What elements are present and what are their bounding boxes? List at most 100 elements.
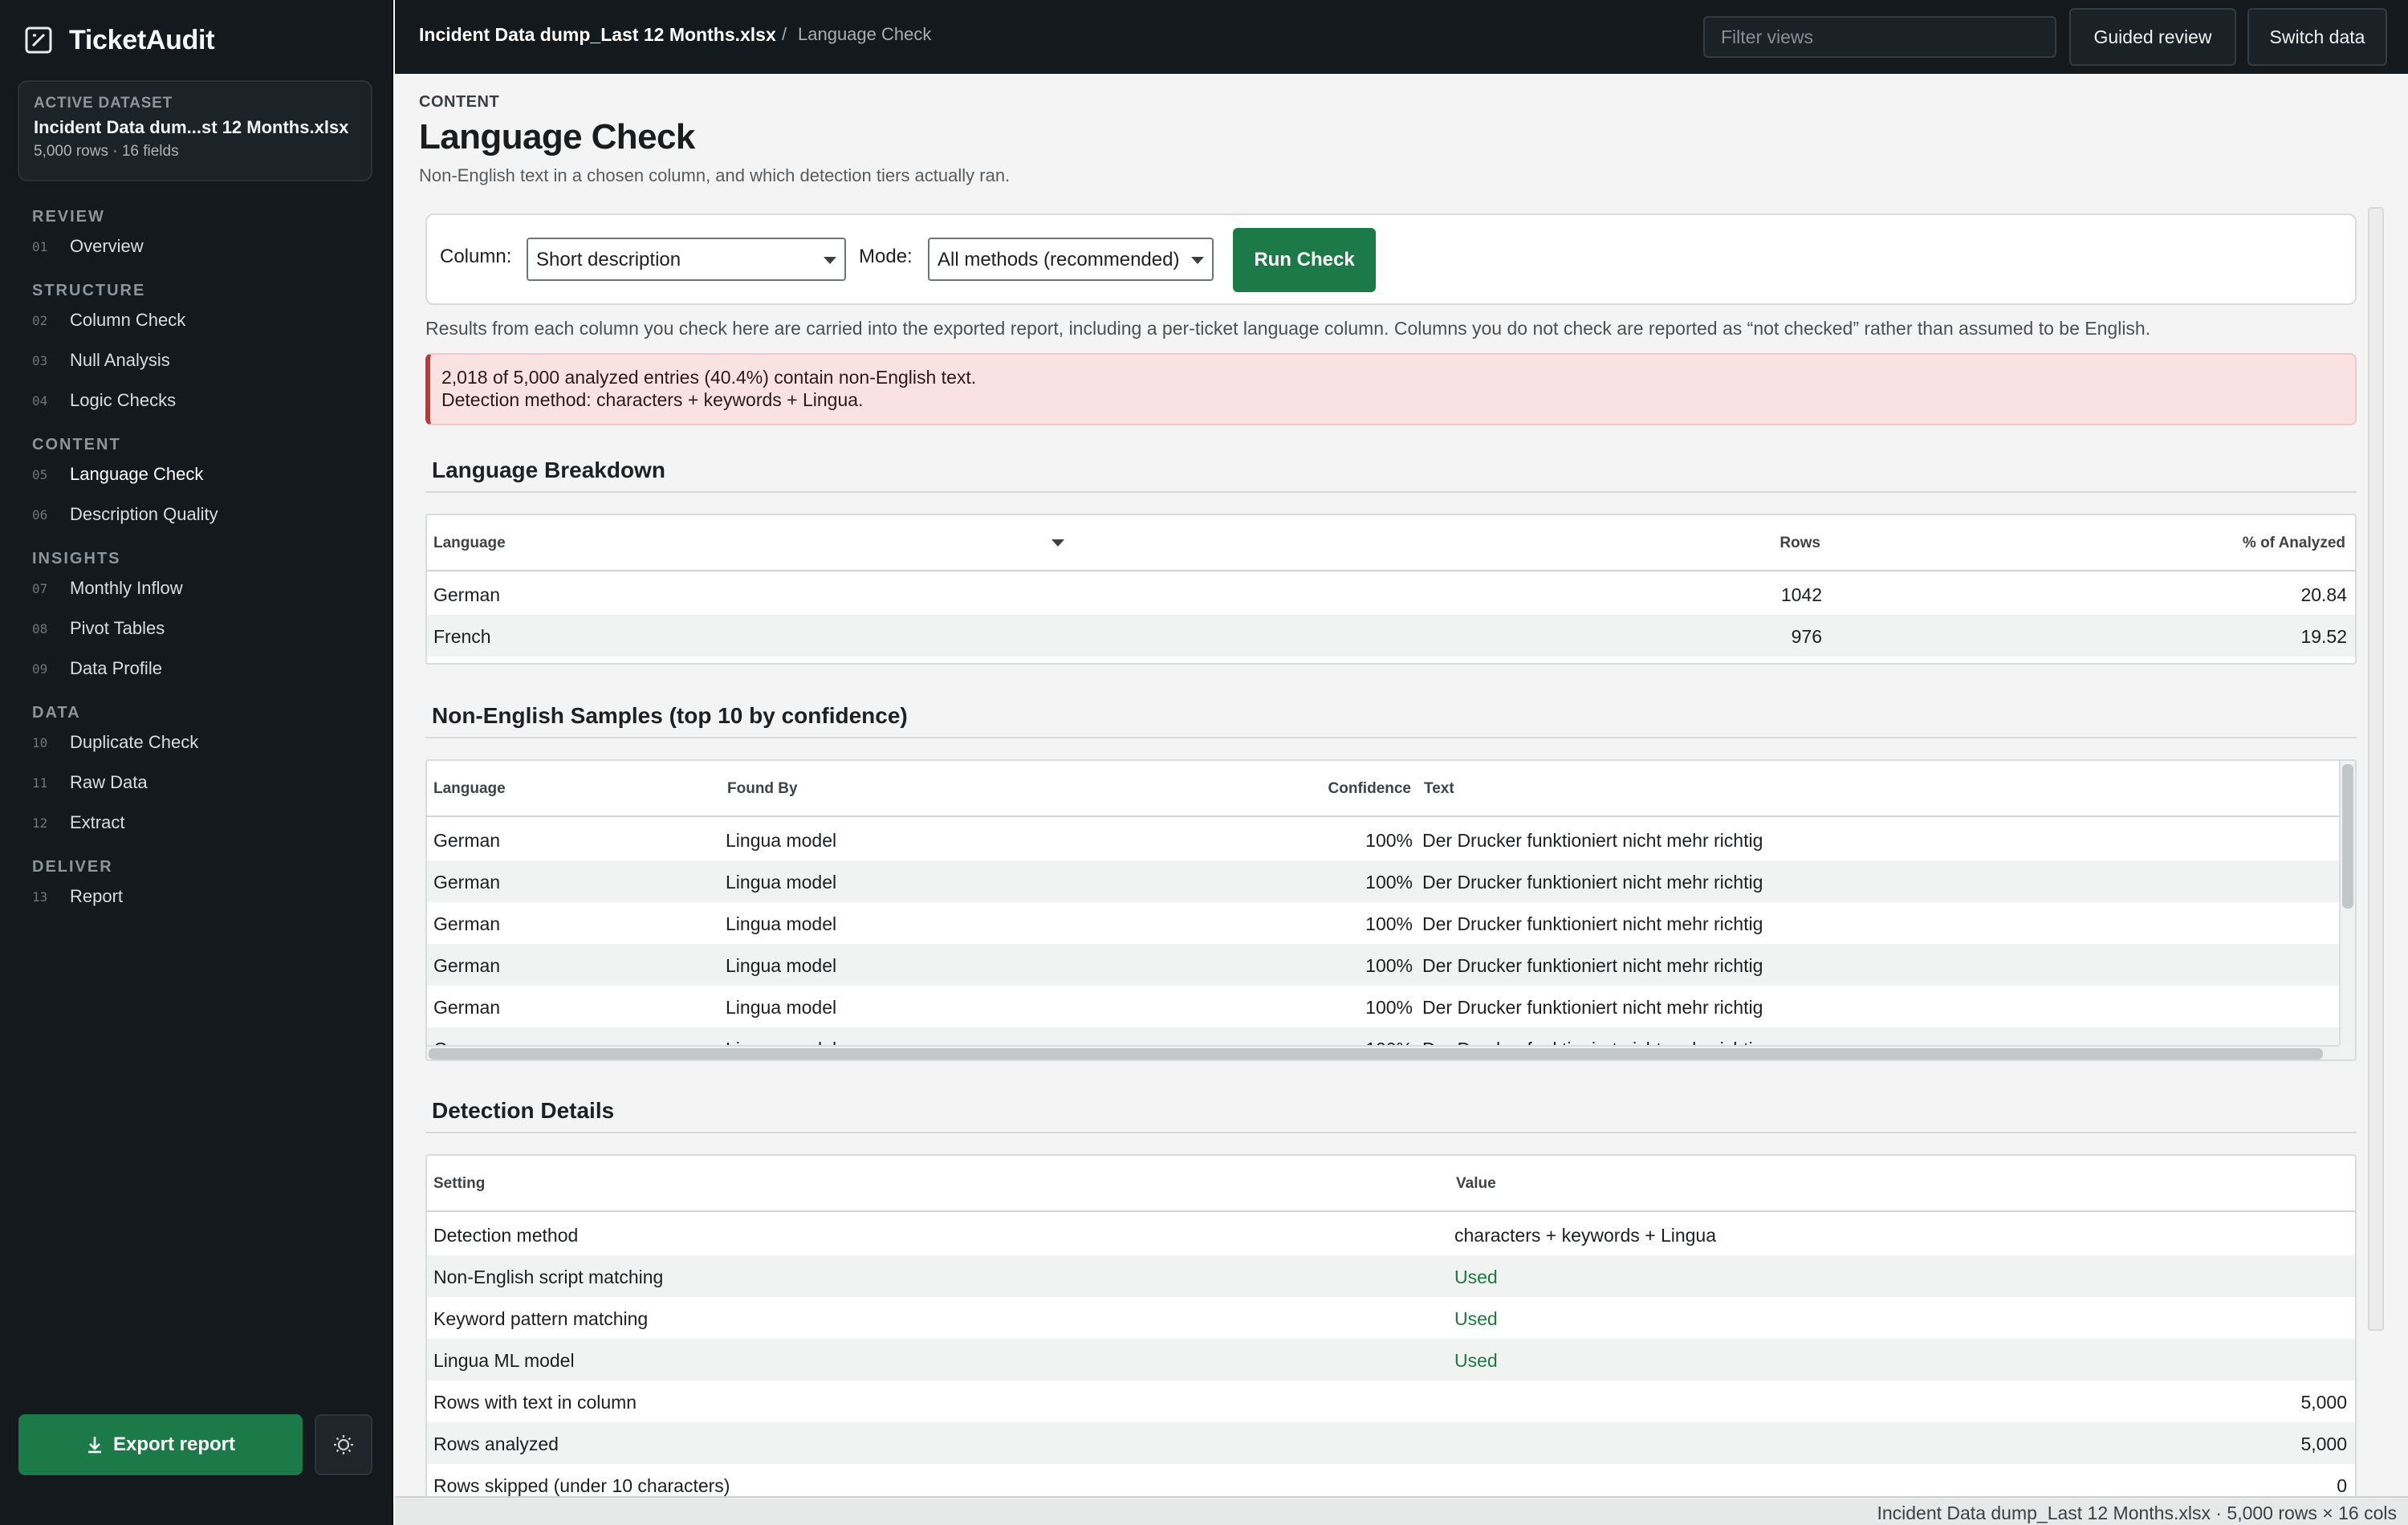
export-report-label: Export report — [112, 1434, 235, 1455]
sidebar-item-column-check[interactable]: 02 Column Check — [0, 300, 393, 340]
column-header-rows[interactable]: Rows — [1487, 535, 1820, 552]
cell-found-by: Lingua model — [726, 997, 837, 1018]
nav-item-number: 06 — [32, 506, 48, 523]
cell-confidence: 100% — [1365, 913, 1413, 934]
active-dataset-label: ACTIVE DATASET — [34, 95, 173, 112]
cell-text: Der Drucker funktioniert nicht mehr rich… — [1422, 830, 1763, 851]
sidebar-item-raw-data[interactable]: 11 Raw Data — [0, 762, 393, 803]
table-row[interactable]: Rows with text in column 5,000 — [427, 1381, 2355, 1422]
cell-value-used: Used — [1454, 1350, 1498, 1371]
nav-item-label: Extract — [70, 812, 125, 832]
active-dataset-card[interactable]: ACTIVE DATASET Incident Data dum...st 12… — [18, 80, 372, 181]
sidebar-item-description-quality[interactable]: 06 Description Quality — [0, 494, 393, 535]
theme-toggle-button[interactable] — [315, 1414, 372, 1475]
table-row[interactable]: German 1042 20.84 — [427, 573, 2355, 615]
section-heading-detection-details: Detection Details — [432, 1098, 615, 1123]
table-row[interactable]: German Lingua model 100% Der Drucker fun… — [427, 860, 2355, 902]
table-row[interactable]: Rows analyzed 5,000 — [427, 1422, 2355, 1464]
sidebar-item-pivot-tables[interactable]: 08 Pivot Tables — [0, 608, 393, 649]
nav-section-structure: STRUCTURE — [32, 282, 146, 299]
samples-vertical-scrollbar[interactable] — [2339, 761, 2355, 1045]
mode-select[interactable]: All methods (recommended) — [928, 238, 1214, 281]
nav-section-insights: INSIGHTS — [32, 550, 121, 567]
sidebar-item-language-check[interactable]: 05 Language Check — [0, 454, 393, 494]
cell-confidence: 100% — [1365, 997, 1413, 1018]
table-row[interactable]: Lingua ML model Used — [427, 1339, 2355, 1381]
cell-setting: Detection method — [433, 1225, 579, 1246]
scrollbar-thumb[interactable] — [429, 1048, 2323, 1059]
column-header-setting[interactable]: Setting — [433, 1175, 485, 1193]
page-subtitle: Non-English text in a chosen column, and… — [419, 165, 1011, 185]
cell-language: German — [433, 584, 501, 605]
samples-horizontal-scrollbar[interactable] — [427, 1045, 2339, 1059]
breadcrumb-file[interactable]: Incident Data dump_Last 12 Months.xlsx — [419, 24, 776, 46]
nav-item-number: 02 — [32, 312, 48, 328]
cell-value: 0 — [2337, 1475, 2347, 1496]
nav-item-number: 05 — [32, 466, 48, 482]
column-select[interactable]: Short description — [527, 238, 846, 281]
breadcrumb-separator: / — [782, 24, 787, 44]
sidebar-item-null-analysis[interactable]: 03 Null Analysis — [0, 340, 393, 380]
sidebar-item-report[interactable]: 13 Report — [0, 876, 393, 917]
cell-language: German — [433, 913, 501, 934]
cell-setting: Lingua ML model — [433, 1350, 575, 1371]
cell-found-by: Lingua model — [726, 872, 837, 893]
table-row[interactable]: Non-English script matching Used — [427, 1255, 2355, 1297]
sidebar-item-duplicate-check[interactable]: 10 Duplicate Check — [0, 722, 393, 762]
cell-language: German — [433, 997, 501, 1018]
nav-item-label: Monthly Inflow — [70, 578, 183, 598]
column-header-pct[interactable]: % of Analyzed — [1952, 535, 2345, 552]
column-header-text[interactable]: Text — [1424, 780, 1454, 798]
table-row[interactable]: German Lingua model 100% Der Drucker fun… — [427, 902, 2355, 944]
sort-desc-icon[interactable] — [1051, 539, 1064, 547]
cell-rows: 1042 — [1780, 584, 1822, 605]
cell-text: Der Drucker funktioniert nicht mehr rich… — [1422, 872, 1763, 893]
brand[interactable]: TicketAudit — [24, 21, 215, 59]
section-heading-language-breakdown: Language Breakdown — [432, 458, 665, 482]
sidebar: TicketAudit ACTIVE DATASET Incident Data… — [0, 0, 393, 1525]
sidebar-item-overview[interactable]: 01 Overview — [0, 226, 393, 266]
table-row[interactable]: Detection method characters + keywords +… — [427, 1214, 2355, 1255]
table-row[interactable]: Keyword pattern matching Used — [427, 1297, 2355, 1339]
cell-text: Der Drucker funktioniert nicht mehr rich… — [1422, 955, 1763, 976]
table-row[interactable]: French 976 19.52 — [427, 615, 2355, 657]
filter-views-input[interactable] — [1703, 16, 2056, 58]
nav-item-number: 09 — [32, 661, 48, 677]
table-row[interactable]: Rows skipped (under 10 characters) 0 — [427, 1464, 2355, 1496]
switch-data-button[interactable]: Switch data — [2247, 8, 2387, 66]
cell-language: German — [433, 872, 501, 893]
table-header: Language Found By Confidence Text — [427, 761, 2355, 817]
cell-setting: Rows with text in column — [433, 1392, 637, 1413]
nav-item-number: 01 — [32, 238, 48, 254]
cell-value: 5,000 — [2300, 1392, 2347, 1413]
cell-value-used: Used — [1454, 1308, 1498, 1329]
guided-review-button[interactable]: Guided review — [2069, 8, 2236, 66]
column-header-value[interactable]: Value — [1456, 1175, 1496, 1193]
section-divider — [425, 1132, 2357, 1133]
sidebar-item-monthly-inflow[interactable]: 07 Monthly Inflow — [0, 568, 393, 608]
page-title: Language Check — [419, 117, 695, 157]
page-scrollbar[interactable] — [2368, 207, 2384, 1331]
scrollbar-thumb[interactable] — [2342, 764, 2353, 909]
table-row[interactable]: German Lingua model 100% Der Drucker fun… — [427, 819, 2355, 860]
chevron-down-icon — [824, 257, 836, 264]
page-section-kicker: CONTENT — [419, 93, 500, 111]
column-header-confidence[interactable]: Confidence — [1230, 780, 1411, 798]
topbar: Incident Data dump_Last 12 Months.xlsx /… — [395, 0, 2408, 74]
column-header-language[interactable]: Language — [433, 535, 506, 552]
non-english-samples-table: Language Found By Confidence Text German… — [425, 759, 2357, 1061]
table-row[interactable]: German Lingua model 100% Der Drucker fun… — [427, 944, 2355, 986]
sidebar-item-extract[interactable]: 12 Extract — [0, 803, 393, 843]
cell-value-used: Used — [1454, 1267, 1498, 1287]
cell-confidence: 100% — [1365, 830, 1413, 851]
export-report-button[interactable]: Export report — [18, 1414, 303, 1475]
run-check-button[interactable]: Run Check — [1233, 228, 1376, 292]
nav-item-number: 10 — [32, 734, 48, 750]
sidebar-item-data-profile[interactable]: 09 Data Profile — [0, 649, 393, 689]
sidebar-item-logic-checks[interactable]: 04 Logic Checks — [0, 380, 393, 421]
column-header-language[interactable]: Language — [433, 780, 506, 798]
app-logo-icon — [25, 26, 52, 54]
table-row[interactable]: German Lingua model 100% Der Drucker fun… — [427, 986, 2355, 1027]
column-header-found-by[interactable]: Found By — [727, 780, 798, 798]
export-note: Results from each column you check here … — [425, 318, 2151, 339]
